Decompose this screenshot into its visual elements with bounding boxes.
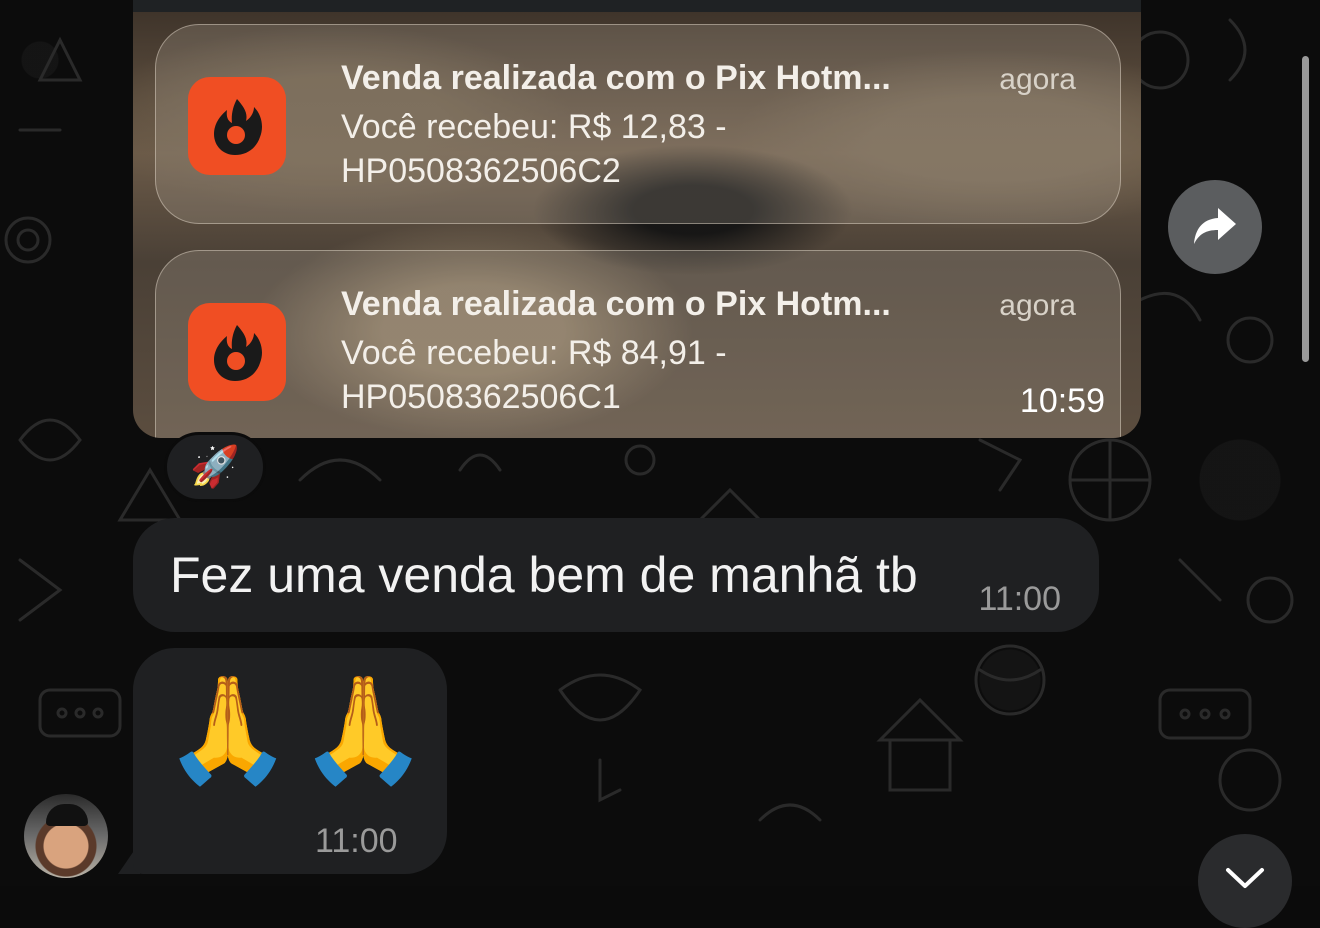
notification-time: agora bbox=[999, 63, 1076, 96]
notification-body: Você recebeu: R$ 84,91 - HP0508362506C1 bbox=[341, 331, 861, 419]
message-bubble[interactable]: Fez uma venda bem de manhã tb 11:00 bbox=[133, 518, 1099, 632]
notification-amount: Você recebeu: R$ 12,83 - bbox=[341, 108, 727, 146]
message-time: 11:00 bbox=[978, 580, 1061, 618]
emoji-message-bubble[interactable]: 🙏🙏 11:00 bbox=[133, 648, 447, 874]
scroll-down-button[interactable] bbox=[1198, 834, 1292, 928]
image-message-time: 10:59 bbox=[1019, 382, 1105, 420]
notification-code: HP0508362506C1 bbox=[341, 378, 621, 416]
reaction-emoji[interactable]: 🚀 bbox=[164, 432, 266, 502]
chevron-down-icon bbox=[1226, 868, 1264, 888]
message-text: Fez uma venda bem de manhã tb bbox=[170, 547, 918, 603]
forward-arrow-icon bbox=[1194, 208, 1236, 244]
notification-title: Venda realizada com o Pix Hotm... bbox=[341, 59, 891, 97]
hotmart-flame-icon bbox=[188, 303, 286, 401]
avatar[interactable] bbox=[24, 794, 108, 878]
hotmart-flame-icon bbox=[188, 77, 286, 175]
notification-code: HP0508362506C2 bbox=[341, 152, 621, 190]
message-emojis: 🙏🙏 bbox=[163, 672, 434, 788]
message-time: 11:00 bbox=[315, 822, 398, 860]
scrollbar[interactable] bbox=[1302, 56, 1309, 362]
notification-title: Venda realizada com o Pix Hotm... bbox=[341, 285, 891, 323]
notification-body: Você recebeu: R$ 12,83 - HP0508362506C2 bbox=[341, 105, 861, 193]
notification-card: Venda realizada com o Pix Hotm... agora … bbox=[155, 250, 1121, 438]
notification-amount: Você recebeu: R$ 84,91 - bbox=[341, 334, 727, 372]
notification-card: Venda realizada com o Pix Hotm... agora … bbox=[155, 24, 1121, 224]
notification-time: agora bbox=[999, 289, 1076, 322]
image-top-bar bbox=[133, 0, 1141, 12]
avatar-cap bbox=[46, 804, 88, 826]
image-message[interactable]: Venda realizada com o Pix Hotm... agora … bbox=[133, 0, 1141, 438]
forward-button[interactable] bbox=[1168, 180, 1262, 274]
